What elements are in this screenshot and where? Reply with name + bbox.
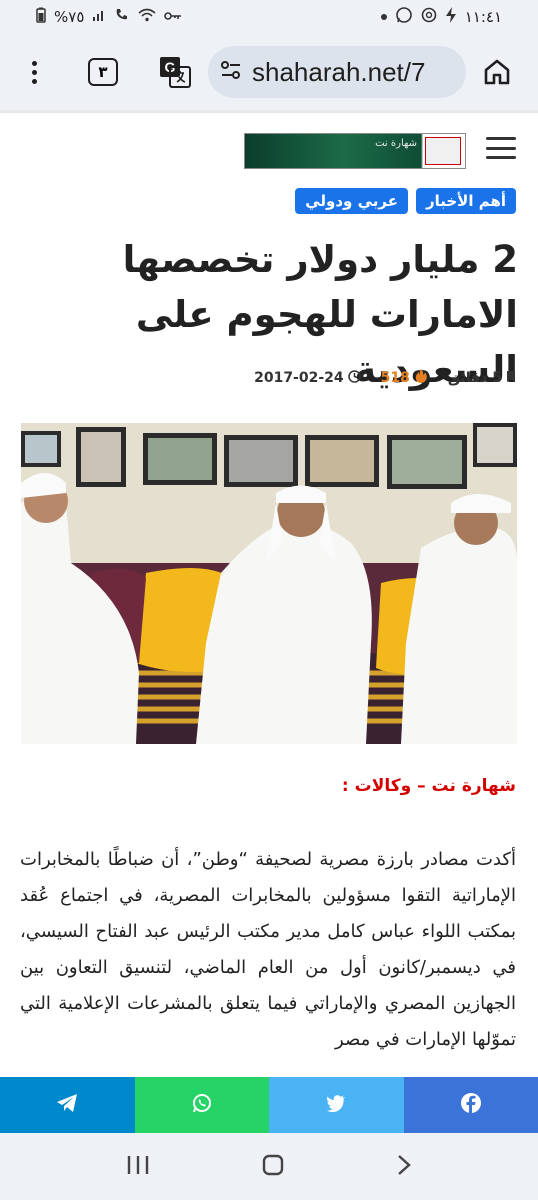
key-icon xyxy=(164,8,182,26)
logo-text: شهارة نت xyxy=(375,138,417,149)
translate-icon[interactable]: G xyxy=(158,55,192,89)
tag-top-news[interactable]: أهم الأخبار xyxy=(415,188,516,214)
hamburger-menu-icon[interactable] xyxy=(486,137,516,159)
read-time-text: 5 دقائق xyxy=(447,370,502,386)
article-source: شهارة نت – وكالات : xyxy=(341,776,516,796)
system-nav-bar xyxy=(0,1133,538,1200)
article-body: أكدت مصادر بارزة مصرية لصحيفة “وطن”، أن … xyxy=(20,849,516,1050)
battery-icon xyxy=(36,7,46,27)
status-right: ١١:٤١ xyxy=(380,6,502,28)
status-time: ١١:٤١ xyxy=(464,8,502,26)
facebook-icon xyxy=(460,1092,482,1118)
views-count: 518 xyxy=(380,370,410,386)
category-tags: أهم الأخبار عربي ودولي xyxy=(295,188,516,214)
recent-apps-icon[interactable] xyxy=(125,1154,151,1180)
site-header: شهارة نت xyxy=(0,110,538,188)
url-text[interactable]: shaharah.net/7 xyxy=(252,57,425,88)
twitter-icon xyxy=(326,1094,346,1116)
meta-read-time: 5 دقائق xyxy=(448,370,516,387)
signal-icon xyxy=(92,8,106,26)
battery-level: %٧٥ xyxy=(54,8,85,26)
article-meta: 2017-02-24 518 5 دقائق xyxy=(254,368,516,388)
home-nav-icon[interactable] xyxy=(261,1153,285,1181)
site-info-icon[interactable] xyxy=(220,60,242,84)
tag-arab-international[interactable]: عربي ودولي xyxy=(295,188,408,214)
share-bar xyxy=(0,1077,538,1133)
browser-toolbar: ٣ G shaharah.net/7 xyxy=(0,34,538,110)
notification-dot xyxy=(380,14,387,20)
clock-icon xyxy=(347,369,361,387)
wifi-icon xyxy=(138,8,156,26)
article-photo xyxy=(21,423,517,744)
address-bar[interactable]: shaharah.net/7 xyxy=(208,46,466,98)
status-bar: %٧٥ ١١:٤١ xyxy=(0,0,538,34)
threads-icon xyxy=(421,7,437,27)
browser-menu-icon[interactable] xyxy=(14,52,54,92)
date-text: 2017-02-24 xyxy=(254,370,344,386)
whatsapp-status-icon xyxy=(395,6,413,28)
meta-date: 2017-02-24 xyxy=(254,369,361,387)
status-left: %٧٥ xyxy=(36,7,182,27)
tab-switcher-button[interactable]: ٣ xyxy=(88,58,118,86)
share-facebook-button[interactable] xyxy=(403,1077,538,1133)
back-nav-icon[interactable] xyxy=(395,1153,413,1181)
bookmark-icon xyxy=(506,370,516,387)
charging-icon xyxy=(445,6,457,28)
site-logo[interactable]: شهارة نت xyxy=(244,133,466,169)
telegram-icon xyxy=(56,1093,78,1117)
share-whatsapp-button[interactable] xyxy=(134,1077,269,1133)
whatsapp-icon xyxy=(192,1093,212,1117)
logo-mark xyxy=(425,137,461,165)
home-icon[interactable] xyxy=(482,57,512,87)
meta-views: 518 xyxy=(381,368,428,388)
call-icon xyxy=(114,7,130,27)
share-twitter-button[interactable] xyxy=(269,1077,404,1133)
share-telegram-button[interactable] xyxy=(0,1077,135,1133)
fire-icon xyxy=(414,368,428,388)
